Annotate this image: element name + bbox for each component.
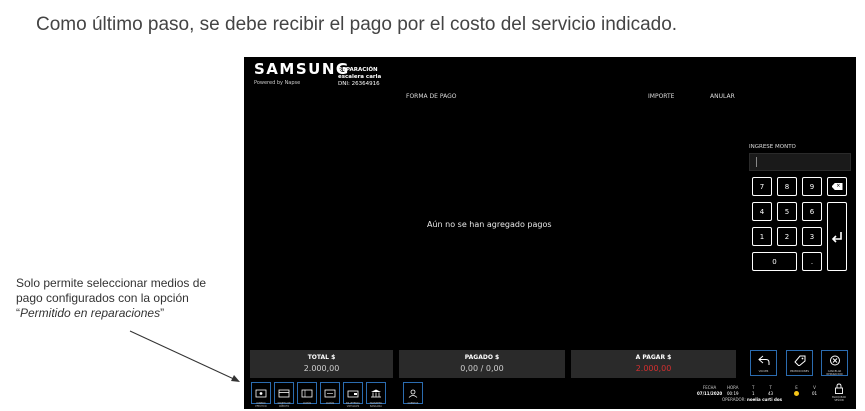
status-dot-icon — [794, 391, 799, 396]
column-importe: IMPORTE — [648, 93, 675, 100]
samsung-logo: SAMSUNG — [254, 60, 350, 78]
lock-session-label: BLOQUEAR SESIÓN — [832, 396, 846, 402]
status-t1: T 1 — [752, 385, 755, 397]
paid-label: PAGADO $ — [464, 354, 500, 361]
napse-logo: Powered by Napse — [254, 80, 301, 86]
payment-credit-card-label: TARJETA DE CRÉDITO — [277, 402, 291, 408]
key-9[interactable]: 9 — [802, 177, 822, 196]
enter-key[interactable] — [827, 202, 847, 271]
status-date: FECHA 07/11/2020 — [697, 385, 722, 397]
key-2[interactable]: 2 — [777, 227, 797, 246]
operator-value: noelia curti dos — [746, 397, 782, 402]
total-label: TOTAL $ — [307, 354, 336, 361]
due-label: A PAGAR $ — [635, 354, 672, 361]
cancel-repair-button[interactable]: CANCELAR REPARACION — [821, 350, 848, 376]
operator-label: OPERADOR: — [722, 397, 746, 402]
payment-coupon-2-label: CUPÓN — [325, 402, 335, 405]
key-6[interactable]: 6 — [802, 202, 822, 221]
payment-coupon-2-button[interactable]: CUPÓN — [320, 382, 340, 405]
payment-credit-card-button[interactable]: TARJETA DE CRÉDITO — [274, 382, 294, 408]
payment-wallets-label: BILLETERAS VIRTUALES — [346, 402, 360, 408]
cancel-repair-label: CANCELAR REPARACION — [826, 370, 843, 376]
lock-icon — [835, 383, 843, 394]
key-0[interactable]: 0 — [752, 252, 797, 271]
cash-icon — [255, 389, 267, 398]
key-8[interactable]: 8 — [777, 177, 797, 196]
column-anular: ANULAR — [710, 93, 735, 100]
paid-value: 0,00 / 0,00 — [460, 364, 504, 373]
payment-coupon-label: CUPÓN — [302, 402, 312, 405]
credit-card-icon — [278, 389, 290, 398]
payment-bank-transfer-label: TRANSFER. BANCARIA — [369, 402, 383, 408]
v-value: 01 — [812, 391, 818, 396]
payment-wallets-button[interactable]: BILLETERAS VIRTUALES — [343, 382, 363, 408]
status-operator: OPERADOR: noelia curti dos — [722, 397, 782, 403]
total-value: 2.000,00 — [303, 364, 340, 373]
backspace-icon: × — [831, 183, 843, 190]
payment-cash-label: DINERO EFECTIVO — [255, 402, 267, 408]
pos-app-window: SAMSUNG Powered by Napse REPARACIÓN esca… — [244, 57, 856, 409]
payment-bank-transfer-button[interactable]: TRANSFER. BANCARIA — [366, 382, 386, 408]
customer-dni: DNI: 26364916 — [338, 81, 380, 87]
key-4[interactable]: 4 — [752, 202, 772, 221]
total-box: TOTAL $ 2.000,00 — [250, 350, 393, 378]
status-t2: T 43 — [768, 385, 773, 397]
lock-session-button[interactable]: BLOQUEAR SESIÓN — [828, 383, 850, 402]
repair-info: REPARACIÓN escalera carla DNI: 26364916 — [338, 67, 381, 88]
column-forma-pago: FORMA DE PAGO — [406, 93, 457, 100]
promotions-label: PROMOCIONES — [790, 370, 809, 373]
back-arrow-icon — [757, 355, 769, 365]
status-e: E — [794, 385, 799, 398]
cancel-circle-icon — [829, 355, 840, 366]
payment-coupon-button[interactable]: CUPÓN — [297, 382, 317, 405]
key-decimal[interactable]: . — [802, 252, 822, 271]
key-5[interactable]: 5 — [777, 202, 797, 221]
payment-accounts-button[interactable]: CUENTAS — [403, 382, 423, 405]
key-1[interactable]: 1 — [752, 227, 772, 246]
amount-label: INGRESE MONTO — [749, 144, 796, 150]
paid-box: PAGADO $ 0,00 / 0,00 — [399, 350, 565, 378]
wallet-icon — [347, 390, 359, 398]
customer-name: escalera carla — [338, 74, 382, 80]
key-7[interactable]: 7 — [752, 177, 772, 196]
payment-cash-button[interactable]: DINERO EFECTIVO — [251, 382, 271, 408]
due-value: 2.000,00 — [635, 364, 672, 373]
amount-input[interactable] — [749, 153, 851, 171]
backspace-key[interactable]: × — [827, 177, 847, 196]
promotions-button[interactable]: PROMOCIONES — [786, 350, 813, 376]
status-v: V 01 — [812, 385, 817, 397]
user-account-icon — [408, 389, 418, 398]
empty-payments-message: Aún no se han agregado pagos — [427, 220, 552, 229]
tag-icon — [793, 355, 805, 367]
back-button[interactable]: VOLVER — [750, 350, 777, 376]
key-3[interactable]: 3 — [802, 227, 822, 246]
coupon-icon — [301, 389, 313, 398]
back-label: VOLVER — [758, 370, 769, 373]
status-time: HORA 00:19 — [727, 385, 739, 397]
enter-icon — [831, 231, 842, 243]
payment-accounts-label: CUENTAS — [407, 402, 419, 405]
due-box: A PAGAR $ 2.000,00 — [571, 350, 736, 378]
repair-title: REPARACIÓN — [338, 67, 378, 73]
coupon-icon — [324, 389, 336, 398]
date-value: 07/11/2020 — [697, 391, 723, 396]
bank-icon — [371, 389, 381, 398]
